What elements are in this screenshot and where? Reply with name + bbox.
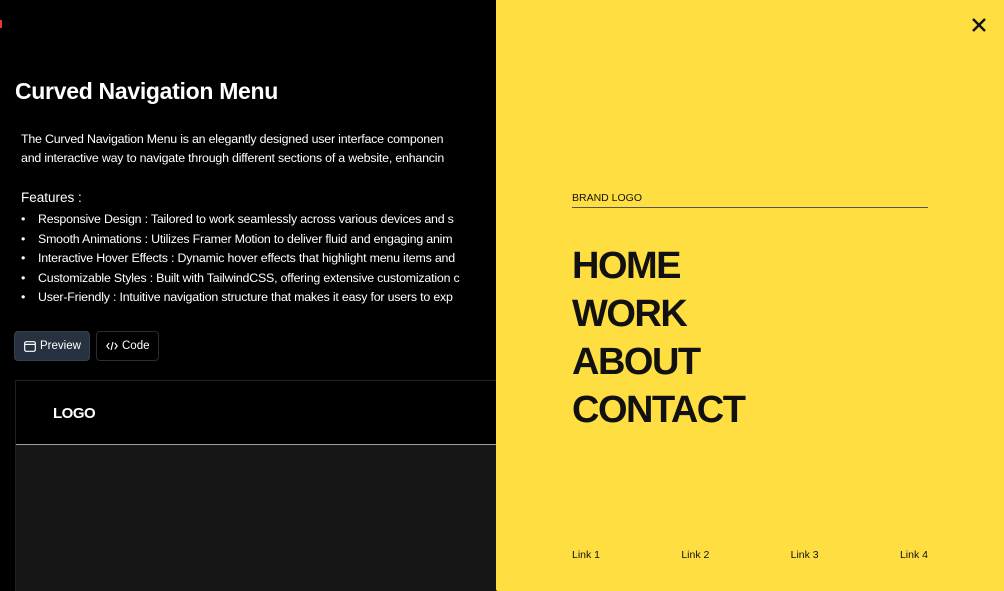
footer-link-3[interactable]: Link 3 (791, 549, 819, 561)
menu-item-contact[interactable]: CONTACT (572, 386, 746, 434)
feature-item: Customizable Styles : Built with Tailwin… (21, 269, 460, 289)
footer-link-2[interactable]: Link 2 (681, 549, 709, 561)
features-list: Responsive Design : Tailored to work sea… (21, 210, 460, 308)
demo-navbar: LOGO (16, 381, 496, 445)
feature-item: Interactive Hover Effects : Dynamic hove… (21, 249, 460, 269)
accent-mark (0, 20, 2, 28)
preview-area: LOGO (15, 380, 496, 591)
features-heading: Features : (21, 190, 82, 205)
menu-item-work[interactable]: WORK (572, 290, 744, 338)
feature-item: User-Friendly : Intuitive navigation str… (21, 288, 460, 308)
code-tab-button[interactable]: Code (96, 331, 159, 361)
demo-body (16, 445, 496, 591)
preview-tab-label: Preview (40, 340, 81, 352)
close-button[interactable] (969, 15, 989, 35)
preview-tab-button[interactable]: Preview (14, 331, 90, 361)
feature-item: Smooth Animations : Utilizes Framer Moti… (21, 230, 460, 250)
page-title: Curved Navigation Menu (15, 78, 279, 104)
menu-item-home[interactable]: HOME (572, 242, 744, 290)
code-tab-label: Code (122, 340, 150, 352)
code-icon (106, 341, 118, 351)
description-line: and interactive way to navigate through … (21, 151, 445, 165)
description: The Curved Navigation Menu is an elegant… (21, 130, 444, 168)
description-line: The Curved Navigation Menu is an elegant… (21, 132, 444, 146)
menu-item-about[interactable]: ABOUT (572, 338, 744, 386)
footer-link-1[interactable]: Link 1 (572, 549, 600, 561)
docs-content: Curved Navigation Menu The Curved Naviga… (0, 0, 496, 591)
menu-list: HOME WORK ABOUT CONTACT (572, 242, 746, 434)
close-icon (969, 18, 989, 39)
curved-menu-panel: BRAND LOGO HOME WORK ABOUT CONTACT Link … (496, 0, 1004, 591)
demo-logo[interactable]: LOGO (53, 405, 96, 422)
footer-links: Link 1 Link 2 Link 3 Link 4 (572, 549, 928, 561)
feature-item: Responsive Design : Tailored to work sea… (21, 210, 460, 230)
window-icon (24, 340, 36, 352)
footer-link-4[interactable]: Link 4 (900, 549, 928, 561)
brand-logo[interactable]: BRAND LOGO (572, 192, 928, 208)
